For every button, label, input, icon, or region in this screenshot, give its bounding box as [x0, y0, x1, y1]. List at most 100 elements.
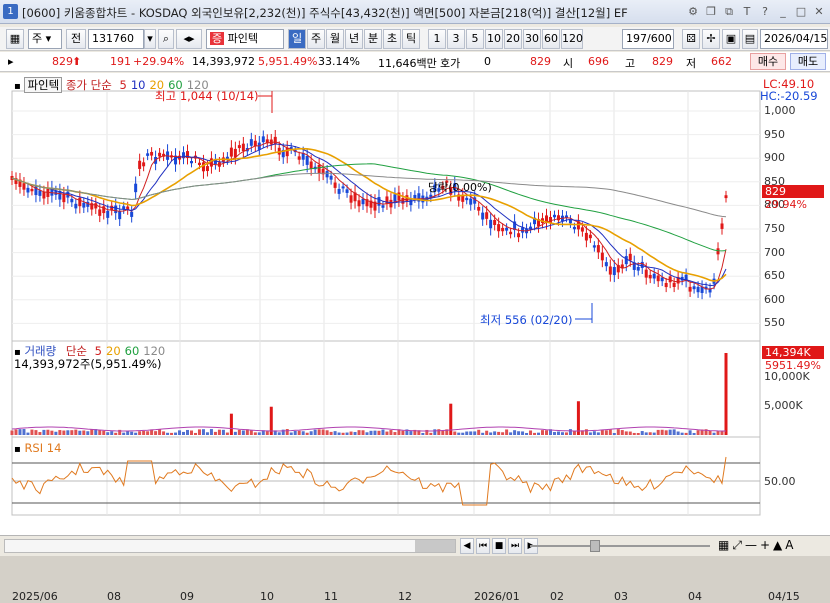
scroll-track[interactable] — [4, 539, 456, 553]
restore-icon[interactable]: ❐ — [704, 4, 718, 19]
zoom-in-icon[interactable]: + — [760, 538, 770, 553]
crosshair-icon[interactable]: ✢ — [702, 29, 720, 49]
zoom-slider-thumb[interactable] — [590, 540, 600, 552]
interval-button-1[interactable]: 3 — [447, 29, 465, 49]
volume-bar — [533, 432, 537, 435]
scroll-right-arrow-icon[interactable]: ▲ — [773, 538, 782, 553]
interval-button-3[interactable]: 10 — [485, 29, 503, 49]
chart-type-select[interactable]: 주 ▾ — [28, 29, 62, 49]
volume-bar — [541, 430, 545, 435]
candle-settings-icon[interactable]: ⚄ — [682, 29, 700, 49]
volume-bar — [509, 432, 513, 435]
rsi-pane-title[interactable]: RSI 14 — [24, 441, 61, 455]
scroll-left-icon[interactable]: ◀ — [460, 538, 474, 554]
period-button-3[interactable]: 년 — [345, 29, 363, 49]
volume-bar — [58, 430, 62, 435]
save-icon[interactable]: ▣ — [722, 29, 740, 49]
volume-bar — [688, 430, 692, 435]
prev-button[interactable]: 전 — [66, 29, 86, 49]
code-dropdown-chevron-icon[interactable]: ▾ — [144, 29, 156, 49]
interval-button-2[interactable]: 5 — [466, 29, 484, 49]
candle-body — [241, 143, 245, 152]
title-bar: 1 [0600] 키움종합차트 - KOSDAQ 외국인보유[2,232(천)]… — [0, 0, 830, 24]
period-button-2[interactable]: 월 — [326, 29, 344, 49]
sell-button[interactable]: 매도 — [790, 53, 826, 70]
date-input[interactable]: 2026/04/15 — [760, 29, 828, 49]
font-icon[interactable]: T — [740, 4, 754, 19]
volume-bar — [481, 432, 485, 435]
interval-button-5[interactable]: 30 — [523, 29, 541, 49]
candle-body — [285, 147, 289, 157]
period-button-5[interactable]: 초 — [383, 29, 401, 49]
volume-bar — [477, 429, 481, 435]
calendar-icon[interactable]: ▤ — [742, 29, 758, 49]
stop-icon[interactable]: ■ — [492, 538, 506, 554]
period-button-6[interactable]: 틱 — [402, 29, 420, 49]
link-icon[interactable]: ⧉ — [722, 4, 736, 19]
volume-bar — [660, 429, 664, 435]
volume-bar — [457, 432, 461, 435]
first-icon[interactable]: ⏮ — [476, 538, 490, 554]
stepper-arrows-icon[interactable]: ◂▸ — [176, 29, 202, 49]
volume-bar — [560, 432, 564, 435]
chart-canvas[interactable]: ▪ 파인텍 종가 단순 5 10 20 60 120 최고 1,044 (10/14) … — [0, 73, 830, 603]
candle-body — [556, 215, 560, 221]
interval-button-6[interactable]: 60 — [542, 29, 560, 49]
volume-current-tag: 14,394K — [762, 346, 824, 359]
volume-bar — [289, 432, 293, 435]
volume-bar — [221, 429, 225, 435]
grid-icon[interactable]: ▦ — [718, 538, 729, 553]
volume-bar — [441, 430, 445, 435]
zoom-out-icon[interactable]: — — [745, 538, 757, 553]
volume-bar — [648, 432, 652, 435]
period-button-1[interactable]: 주 — [307, 29, 325, 49]
volume-bar — [461, 432, 465, 435]
grid-menu-button[interactable]: ▦ — [6, 29, 24, 49]
search-icon[interactable]: ⌕ — [158, 29, 174, 49]
period-button-0[interactable]: 일 — [288, 29, 306, 49]
volume-bar — [182, 431, 186, 435]
volume-bar — [197, 429, 201, 435]
stock-name-field[interactable]: 증 파인텍 — [206, 29, 284, 49]
period-button-4[interactable]: 분 — [364, 29, 382, 49]
zoom-slider[interactable] — [530, 539, 710, 553]
volume-bar — [401, 430, 405, 435]
volume-bar — [154, 431, 158, 435]
x-axis-label: 08 — [107, 590, 121, 603]
price-pane-frame — [11, 90, 761, 342]
volume-bar — [50, 430, 54, 435]
interval-button-7[interactable]: 120 — [561, 29, 583, 49]
volume-bar — [138, 431, 142, 435]
x-axis-right-label: 04/15 — [768, 590, 800, 603]
scroll-thumb[interactable] — [415, 540, 455, 552]
help-icon[interactable]: ? — [758, 4, 772, 19]
volume-bar — [317, 429, 321, 435]
volume-bar — [10, 430, 14, 435]
maximize-icon[interactable]: □ — [794, 4, 808, 19]
close-icon[interactable]: ✕ — [812, 4, 826, 19]
volume-bar — [14, 429, 18, 435]
price-y-tick: 600 — [764, 292, 785, 306]
volume-bar — [106, 432, 110, 435]
ma-period-5: 5 — [119, 78, 127, 92]
interval-button-0[interactable]: 1 — [428, 29, 446, 49]
zoom-fit-icon[interactable]: ⤢ — [732, 538, 742, 553]
minimize-icon[interactable]: _ — [776, 4, 790, 19]
price-pane-title[interactable]: 파인텍 — [24, 77, 63, 93]
font-size-icon[interactable]: A — [785, 538, 793, 553]
chart-svg[interactable] — [0, 73, 830, 535]
zoom-controls: ▦ ⤢ — + ▲ A — [718, 538, 793, 553]
volume-bar — [437, 429, 441, 435]
page-count-input[interactable]: 197/600 — [622, 29, 674, 49]
volume-bar — [193, 432, 197, 435]
buy-button[interactable]: 매수 — [750, 53, 786, 70]
gear-icon[interactable]: ⚙ — [686, 4, 700, 19]
last-icon[interactable]: ⏭ — [508, 538, 522, 554]
stock-code-input[interactable]: 131760 — [88, 29, 144, 49]
current-price: 829 — [52, 55, 73, 68]
candle-body — [229, 147, 233, 157]
menu-arrow-icon[interactable]: ▸ — [8, 55, 14, 68]
window-number-badge[interactable]: 1 — [3, 4, 18, 19]
interval-button-4[interactable]: 20 — [504, 29, 522, 49]
chevron-down-icon: ▾ — [45, 32, 52, 45]
